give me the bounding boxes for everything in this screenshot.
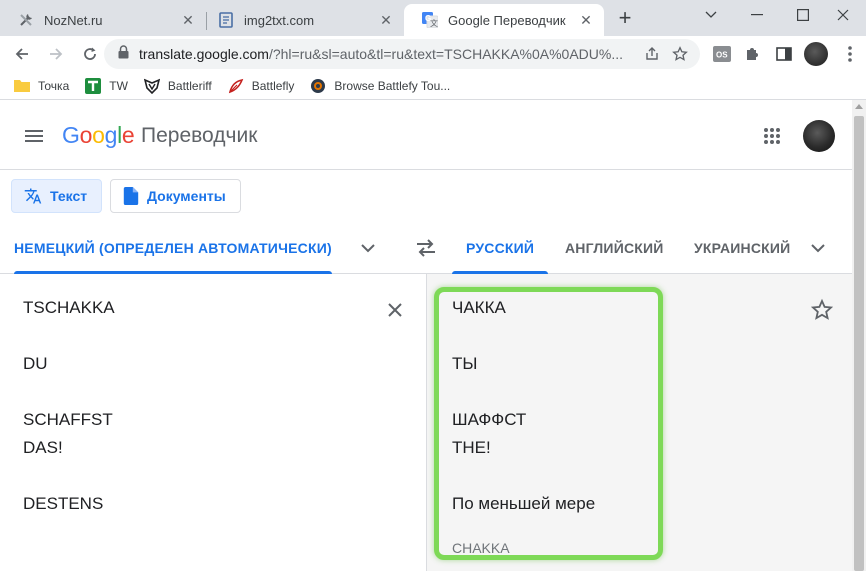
bookmark-label: Battleriff: [167, 78, 212, 93]
chevron-down-icon[interactable]: [688, 0, 734, 30]
back-arrow-icon[interactable]: [8, 40, 36, 68]
document-icon: [123, 187, 139, 205]
tw-icon: [85, 77, 102, 94]
browser-toolbar: translate.google.com/?hl=ru&sl=auto&tl=r…: [0, 36, 866, 72]
close-tab-icon[interactable]: ✕: [578, 12, 594, 28]
profile-avatar[interactable]: [802, 40, 830, 68]
close-window-button[interactable]: [820, 0, 866, 30]
logo-letter: G: [62, 122, 80, 148]
scroll-up-arrow-icon[interactable]: [855, 104, 863, 109]
battleriff-icon: [143, 78, 160, 94]
forward-arrow-icon[interactable]: [42, 40, 70, 68]
bookmark-battleriff[interactable]: Battleriff: [143, 78, 212, 94]
translate-icon: [24, 187, 42, 205]
chevron-down-icon[interactable]: [806, 236, 830, 260]
tab-title: NozNet.ru: [44, 12, 103, 28]
svg-text:文: 文: [430, 18, 438, 28]
source-text-input[interactable]: TSCHAKKA DU SCHAFFST DAS! DESTENS: [23, 294, 115, 518]
hamburger-menu-icon[interactable]: [22, 124, 46, 148]
logo-letter: e: [121, 122, 135, 148]
address-bar[interactable]: translate.google.com/?hl=ru&sl=auto&tl=r…: [104, 39, 700, 69]
product-name: Переводчик: [141, 124, 258, 147]
target-language-tab-russian[interactable]: РУССКИЙ: [452, 222, 549, 274]
reload-icon[interactable]: [76, 40, 104, 68]
close-tab-icon[interactable]: ✕: [180, 12, 196, 28]
bookmark-label: TW: [109, 78, 128, 93]
tab-title: Google Переводчик: [448, 12, 566, 28]
target-language-tab-english[interactable]: АНГЛИЙСКИЙ: [565, 222, 664, 274]
url-path: /?hl=ru&sl=auto&tl=ru&text=TSCHAKKA%0A%0…: [268, 46, 624, 62]
account-avatar[interactable]: [803, 120, 835, 152]
tab-title: img2txt.com: [244, 12, 315, 28]
extension-os-icon[interactable]: OS: [708, 40, 736, 68]
clear-text-icon[interactable]: [383, 298, 407, 322]
google-apps-icon[interactable]: [760, 124, 784, 148]
highlight-frame: [434, 287, 663, 560]
source-language-tab[interactable]: НЕМЕЦКИЙ (ОПРЕДЕЛЕН АВТОМАТИЧЕСКИ): [14, 222, 332, 274]
folder-icon: [14, 78, 30, 94]
extensions-puzzle-icon[interactable]: [738, 40, 766, 68]
text-mode-label: Текст: [50, 188, 88, 204]
lock-icon[interactable]: [118, 44, 129, 64]
scrollbar-thumb[interactable]: [854, 116, 864, 571]
tab-google-translate[interactable]: G文 Google Переводчик ✕: [404, 4, 604, 36]
text-mode-button[interactable]: Текст: [11, 179, 103, 213]
bookmark-star-icon[interactable]: [666, 40, 694, 68]
target-language-tab-ukrainian[interactable]: УКРАИНСКИЙ: [694, 222, 790, 274]
bookmark-label: Точка: [38, 78, 70, 93]
tools-icon: [18, 12, 34, 28]
bookmarks-bar: Точка TW Battleriff Battlefly Browse Bat…: [0, 72, 866, 100]
side-panel-icon[interactable]: [770, 40, 798, 68]
new-tab-button[interactable]: +: [612, 6, 638, 32]
battlefly-icon: [228, 78, 244, 94]
swap-languages-icon[interactable]: [414, 236, 438, 260]
google-logo[interactable]: Google: [62, 122, 135, 149]
logo-letter: g: [104, 122, 118, 148]
document-icon: [218, 12, 234, 28]
tab-img2txt[interactable]: img2txt.com ✕: [200, 4, 404, 36]
logo-letter: o: [79, 122, 93, 148]
share-icon[interactable]: [638, 40, 666, 68]
bookmark-battlefy[interactable]: Browse Battlefy Tou...: [310, 78, 450, 94]
documents-mode-label: Документы: [147, 188, 226, 204]
minimize-button[interactable]: [734, 0, 780, 30]
bookmark-tochka[interactable]: Точка: [14, 78, 69, 94]
chevron-down-icon[interactable]: [356, 236, 380, 260]
battlefy-icon: [310, 78, 326, 94]
page-scrollbar[interactable]: [852, 100, 866, 571]
app-header: Google Переводчик: [0, 100, 852, 170]
language-bar: НЕМЕЦКИЙ (ОПРЕДЕЛЕН АВТОМАТИЧЕСКИ) РУССК…: [0, 222, 852, 274]
tab-strip: NozNet.ru ✕ img2txt.com ✕ G文 Google Пере…: [0, 0, 866, 36]
logo-letter: o: [92, 122, 105, 148]
google-translate-icon: G文: [422, 12, 438, 28]
tab-noznet[interactable]: NozNet.ru ✕: [0, 4, 206, 36]
bookmark-label: Browse Battlefy Tou...: [334, 78, 451, 93]
url-host: translate.google.com: [139, 46, 269, 62]
close-tab-icon[interactable]: ✕: [378, 12, 394, 28]
bookmark-battlefly[interactable]: Battlefly: [228, 78, 295, 94]
browser-menu-icon[interactable]: [836, 40, 864, 68]
save-translation-star-icon[interactable]: [810, 298, 834, 322]
url-text: translate.google.com/?hl=ru&sl=auto&tl=r…: [139, 46, 638, 62]
svg-text:OS: OS: [716, 51, 728, 60]
bookmark-tw[interactable]: TW: [85, 77, 128, 94]
bookmark-label: Battlefly: [251, 78, 295, 93]
documents-mode-button[interactable]: Документы: [110, 179, 241, 213]
